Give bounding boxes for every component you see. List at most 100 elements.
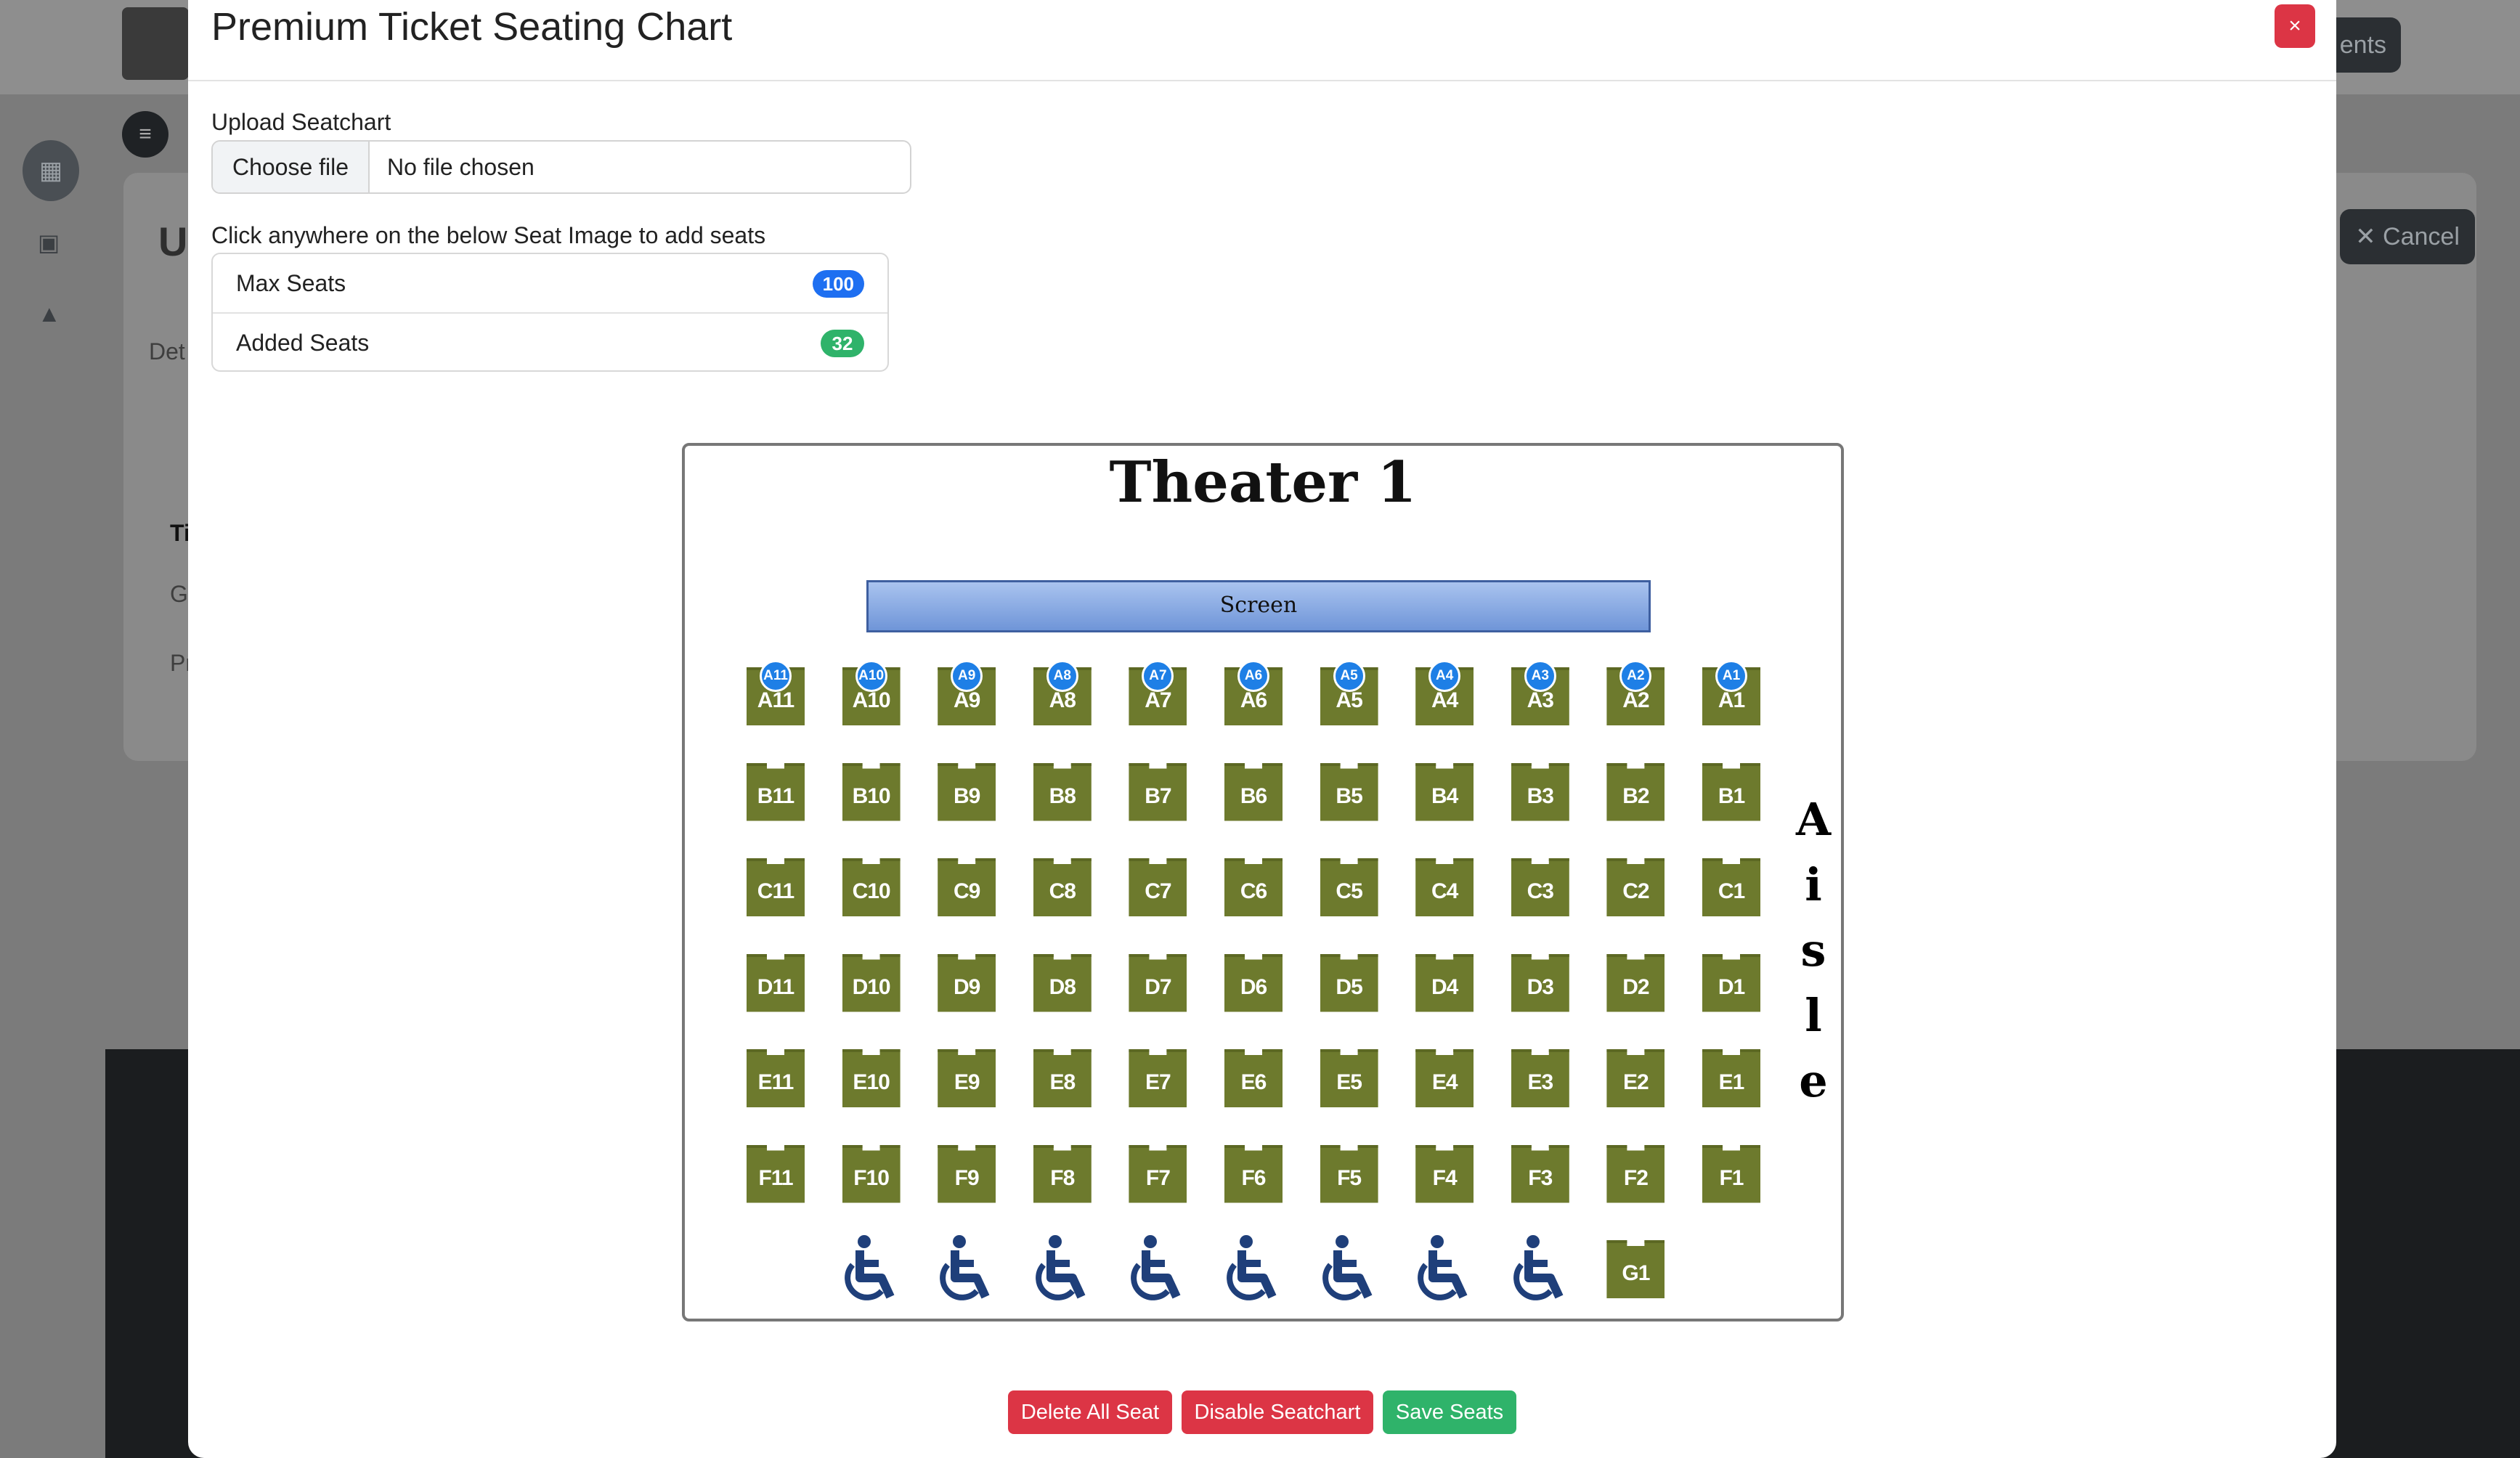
seat-d5[interactable]: D5 (1320, 953, 1378, 1012)
seat-e5[interactable]: E5 (1320, 1049, 1378, 1107)
seat-f5[interactable]: F5 (1320, 1144, 1378, 1203)
seat-g1[interactable]: G1 (1606, 1240, 1665, 1298)
choose-file-button[interactable]: Choose file (213, 142, 370, 192)
wheelchair-seat-icon[interactable] (1508, 1233, 1572, 1306)
seat-b1[interactable]: B1 (1702, 762, 1760, 821)
seatchart-image[interactable]: Theater 1 Screen A i s l e A11 A10 A9 A8 A7 A… (682, 443, 1844, 1321)
aisle-label: A i s l e (1795, 793, 1832, 1107)
seat-d7[interactable]: D7 (1129, 953, 1187, 1012)
seat-c5[interactable]: C5 (1320, 858, 1378, 916)
file-status: No file chosen (387, 154, 535, 180)
modal-footer: Delete All Seat Disable Seatchart Save S… (188, 1390, 2336, 1434)
seat-d10[interactable]: D10 (842, 953, 901, 1012)
modal-title: Premium Ticket Seating Chart (211, 5, 733, 49)
added-seat-marker-a11[interactable]: A11 (760, 660, 792, 692)
theater-title: Theater 1 (1109, 449, 1417, 516)
added-seats-badge: 32 (821, 330, 864, 357)
wheelchair-seat-icon[interactable] (1126, 1233, 1190, 1306)
seat-c1[interactable]: C1 (1702, 858, 1760, 916)
wheelchair-seat-icon[interactable] (840, 1233, 903, 1306)
max-seats-row: Max Seats 100 (213, 254, 887, 312)
seat-d11[interactable]: D11 (747, 953, 805, 1012)
background-cancel-button: ✕ Cancel (2340, 209, 2475, 264)
seat-f9[interactable]: F9 (938, 1144, 996, 1203)
seat-e3[interactable]: E3 (1511, 1049, 1569, 1107)
seat-c11[interactable]: C11 (747, 858, 805, 916)
modal-header: Premium Ticket Seating Chart × (188, 0, 2336, 81)
seat-f6[interactable]: F6 (1224, 1144, 1283, 1203)
seat-b11[interactable]: B11 (747, 762, 805, 821)
warning-icon: ▲ (38, 301, 61, 327)
seat-e9[interactable]: E9 (938, 1049, 996, 1107)
seat-f2[interactable]: F2 (1606, 1144, 1665, 1203)
seat-c3[interactable]: C3 (1511, 858, 1569, 916)
seat-c9[interactable]: C9 (938, 858, 996, 916)
added-seat-marker-a9[interactable]: A9 (951, 660, 983, 692)
added-seat-marker-a6[interactable]: A6 (1237, 660, 1269, 692)
seat-f8[interactable]: F8 (1033, 1144, 1092, 1203)
seat-e10[interactable]: E10 (842, 1049, 901, 1107)
added-seat-marker-a5[interactable]: A5 (1333, 660, 1365, 692)
seat-c10[interactable]: C10 (842, 858, 901, 916)
seat-stats: Max Seats 100 Added Seats 32 (211, 253, 889, 372)
seat-c7[interactable]: C7 (1129, 858, 1187, 916)
seat-b10[interactable]: B10 (842, 762, 901, 821)
seat-e1[interactable]: E1 (1702, 1049, 1760, 1107)
seat-c4[interactable]: C4 (1415, 858, 1474, 916)
seat-d3[interactable]: D3 (1511, 953, 1569, 1012)
disable-seatchart-button[interactable]: Disable Seatchart (1181, 1390, 1374, 1434)
seat-d2[interactable]: D2 (1606, 953, 1665, 1012)
seat-e2[interactable]: E2 (1606, 1049, 1665, 1107)
seat-e4[interactable]: E4 (1415, 1049, 1474, 1107)
max-seats-badge: 100 (812, 270, 864, 298)
seat-b6[interactable]: B6 (1224, 762, 1283, 821)
background-sidebar (0, 94, 105, 1458)
calendar-icon: ▦ (23, 140, 79, 201)
added-seat-marker-a4[interactable]: A4 (1428, 660, 1461, 692)
seat-f1[interactable]: F1 (1702, 1144, 1760, 1203)
background-row-1: G (170, 581, 188, 607)
seat-b2[interactable]: B2 (1606, 762, 1665, 821)
seat-c2[interactable]: C2 (1606, 858, 1665, 916)
seat-d1[interactable]: D1 (1702, 953, 1760, 1012)
upload-label: Upload Seatchart (211, 109, 391, 135)
seat-d9[interactable]: D9 (938, 953, 996, 1012)
seat-d6[interactable]: D6 (1224, 953, 1283, 1012)
close-button[interactable]: × (2275, 4, 2315, 48)
seat-f4[interactable]: F4 (1415, 1144, 1474, 1203)
seat-e8[interactable]: E8 (1033, 1049, 1092, 1107)
added-seat-marker-a10[interactable]: A10 (855, 660, 887, 692)
wheelchair-seat-icon[interactable] (935, 1233, 999, 1306)
seat-c6[interactable]: C6 (1224, 858, 1283, 916)
seat-b5[interactable]: B5 (1320, 762, 1378, 821)
seat-e7[interactable]: E7 (1129, 1049, 1187, 1107)
seat-c8[interactable]: C8 (1033, 858, 1092, 916)
seatchart-file-input[interactable]: Choose file No file chosen (211, 140, 911, 194)
added-seat-marker-a3[interactable]: A3 (1524, 660, 1556, 692)
instructions: Click anywhere on the below Seat Image t… (211, 222, 766, 248)
seat-b3[interactable]: B3 (1511, 762, 1569, 821)
seat-f10[interactable]: F10 (842, 1144, 901, 1203)
added-seat-marker-a8[interactable]: A8 (1046, 660, 1078, 692)
menu-toggle-icon: ≡ (122, 111, 168, 158)
seat-f11[interactable]: F11 (747, 1144, 805, 1203)
wheelchair-seat-icon[interactable] (1317, 1233, 1381, 1306)
save-seats-button[interactable]: Save Seats (1382, 1390, 1517, 1434)
wheelchair-seat-icon[interactable] (1031, 1233, 1094, 1306)
seat-b4[interactable]: B4 (1415, 762, 1474, 821)
added-seat-marker-a1[interactable]: A1 (1715, 660, 1747, 692)
seat-b8[interactable]: B8 (1033, 762, 1092, 821)
delete-all-seat-button[interactable]: Delete All Seat (1007, 1390, 1173, 1434)
seat-e11[interactable]: E11 (747, 1049, 805, 1107)
seat-d8[interactable]: D8 (1033, 953, 1092, 1012)
added-seats-row: Added Seats 32 (213, 312, 887, 372)
wheelchair-seat-icon[interactable] (1413, 1233, 1476, 1306)
seat-b7[interactable]: B7 (1129, 762, 1187, 821)
seat-d4[interactable]: D4 (1415, 953, 1474, 1012)
added-seats-label: Added Seats (236, 330, 370, 356)
seat-f3[interactable]: F3 (1511, 1144, 1569, 1203)
wheelchair-seat-icon[interactable] (1222, 1233, 1285, 1306)
seat-e6[interactable]: E6 (1224, 1049, 1283, 1107)
seat-b9[interactable]: B9 (938, 762, 996, 821)
seat-f7[interactable]: F7 (1129, 1144, 1187, 1203)
